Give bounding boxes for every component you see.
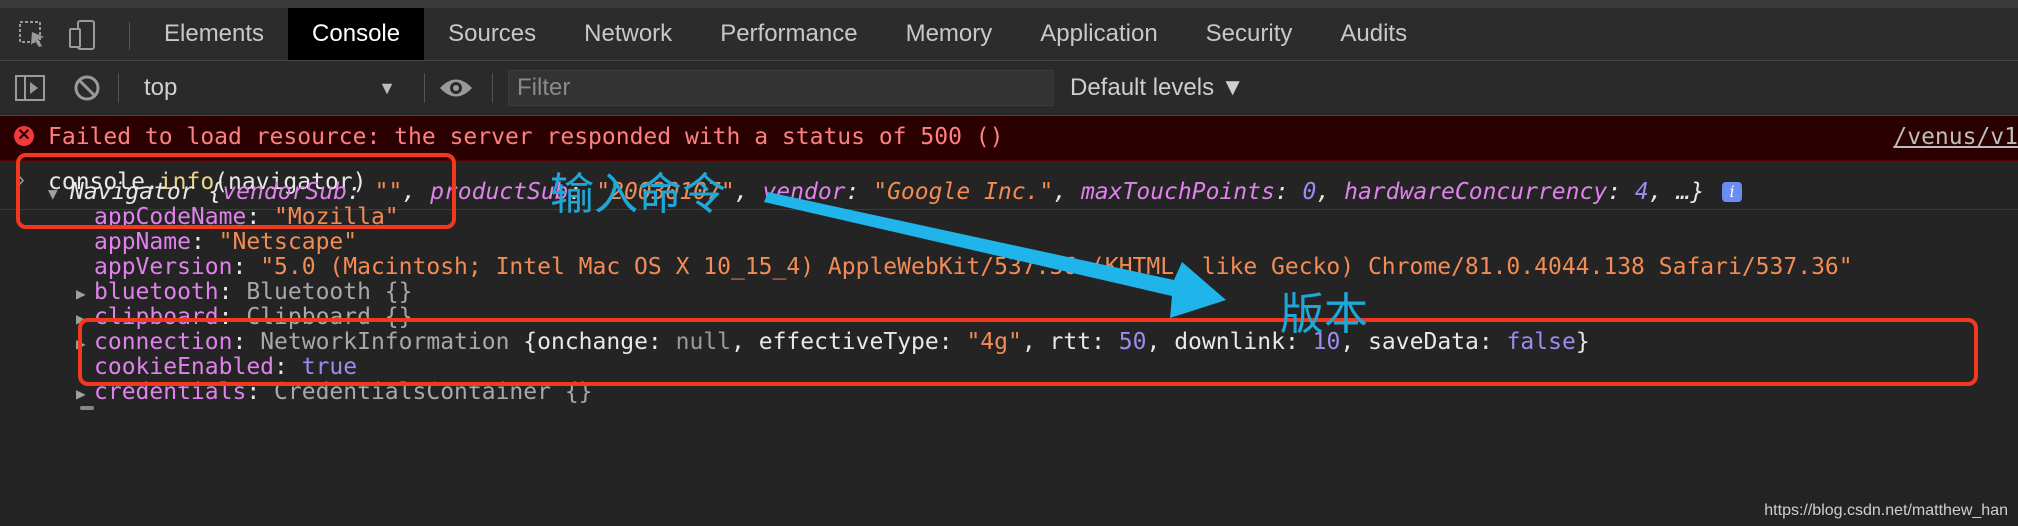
toolbar-separator <box>424 73 425 103</box>
context-value: top <box>144 74 178 101</box>
error-source-link[interactable]: /venus/v1 <box>1893 124 2018 150</box>
tab-application[interactable]: Application <box>1016 8 1181 60</box>
error-icon: ✕ <box>14 126 34 146</box>
tab-audits[interactable]: Audits <box>1316 8 1431 60</box>
collapsed-triangle-icon[interactable]: ▶ <box>76 284 94 303</box>
watermark: https://blog.csdn.net/matthew_han <box>1764 502 2008 519</box>
appversion-highlight-box <box>78 318 1978 386</box>
devtools-tabbar: Elements Console Sources Network Perform… <box>0 8 2018 61</box>
tab-console[interactable]: Console <box>288 8 425 60</box>
dropdown-arrow-icon: ▼ <box>378 78 396 98</box>
filter-input[interactable] <box>508 70 1054 106</box>
tab-security[interactable]: Security <box>1182 8 1317 60</box>
tab-memory[interactable]: Memory <box>882 8 1017 60</box>
tab-network[interactable]: Network <box>560 8 696 60</box>
tab-performance[interactable]: Performance <box>696 8 881 60</box>
context-selector[interactable]: top ▼ <box>130 69 410 107</box>
toolbar-separator <box>492 73 493 103</box>
error-text: Failed to load resource: the server resp… <box>48 124 1004 150</box>
show-sidebar-icon[interactable] <box>14 74 46 102</box>
console-toolbar: top ▼ Default levels ▼ <box>0 61 2018 116</box>
collapsed-triangle-icon[interactable]: ▶ <box>76 384 94 403</box>
window-top-strip <box>0 0 2018 8</box>
command-highlight-box <box>16 153 456 229</box>
tab-sources[interactable]: Sources <box>424 8 560 60</box>
live-expression-eye-icon[interactable] <box>438 75 474 101</box>
input-command-annotation: 输入命令 <box>550 169 726 220</box>
next-row-clip <box>80 406 94 410</box>
log-levels-dropdown[interactable]: Default levels ▼ <box>1070 69 1245 107</box>
toolbar-separator <box>118 73 119 103</box>
panel-tabs: Elements Console Sources Network Perform… <box>140 8 1431 60</box>
tab-elements[interactable]: Elements <box>140 8 288 60</box>
version-annotation: 版本 <box>1280 289 1368 340</box>
device-toolbar-icon[interactable] <box>66 18 100 52</box>
clear-console-icon[interactable] <box>72 73 102 103</box>
toolbar-separator <box>129 22 130 50</box>
inspect-element-icon[interactable] <box>16 18 50 52</box>
info-icon[interactable]: i <box>1722 182 1743 202</box>
